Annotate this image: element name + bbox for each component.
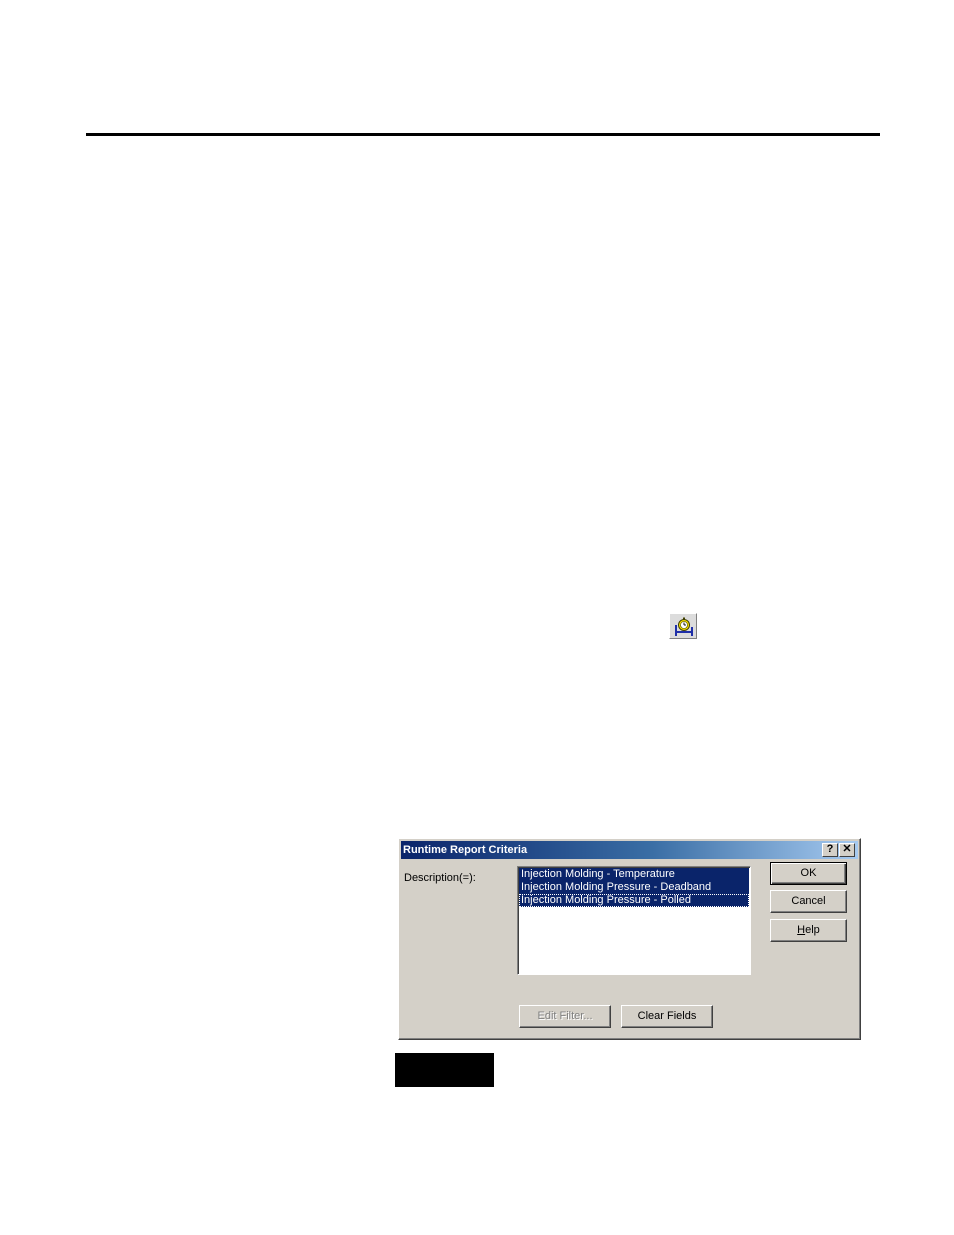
runtime-report-criteria-dialog: Runtime Report Criteria ? ✕ Description(… (398, 838, 861, 1040)
help-label-rest: elp (805, 924, 820, 936)
clear-fields-button[interactable]: Clear Fields (621, 1005, 713, 1028)
dialog-titlebar[interactable]: Runtime Report Criteria ? ✕ (401, 841, 858, 859)
description-listbox[interactable]: Injection Molding - Temperature Injectio… (517, 866, 751, 975)
list-item[interactable]: Injection Molding Pressure - Deadband (519, 881, 749, 894)
help-mnemonic: H (797, 924, 806, 936)
help-button[interactable]: Help (770, 919, 847, 942)
dialog-title: Runtime Report Criteria (403, 844, 528, 856)
list-item[interactable]: Injection Molding - Temperature (519, 868, 749, 881)
page-header-rule (86, 133, 880, 136)
margin-tab-block (395, 1053, 494, 1087)
ok-button[interactable]: OK (770, 862, 847, 885)
stopwatch-bed-icon (675, 617, 693, 636)
runtime-report-icon[interactable] (669, 613, 697, 639)
cancel-button[interactable]: Cancel (770, 890, 847, 913)
help-icon[interactable]: ? (822, 843, 838, 857)
edit-filter-button[interactable]: Edit Filter... (519, 1005, 611, 1028)
close-icon[interactable]: ✕ (839, 843, 855, 857)
description-label: Description(=): (404, 872, 476, 884)
list-item[interactable]: Injection Molding Pressure - Polled (519, 894, 749, 907)
